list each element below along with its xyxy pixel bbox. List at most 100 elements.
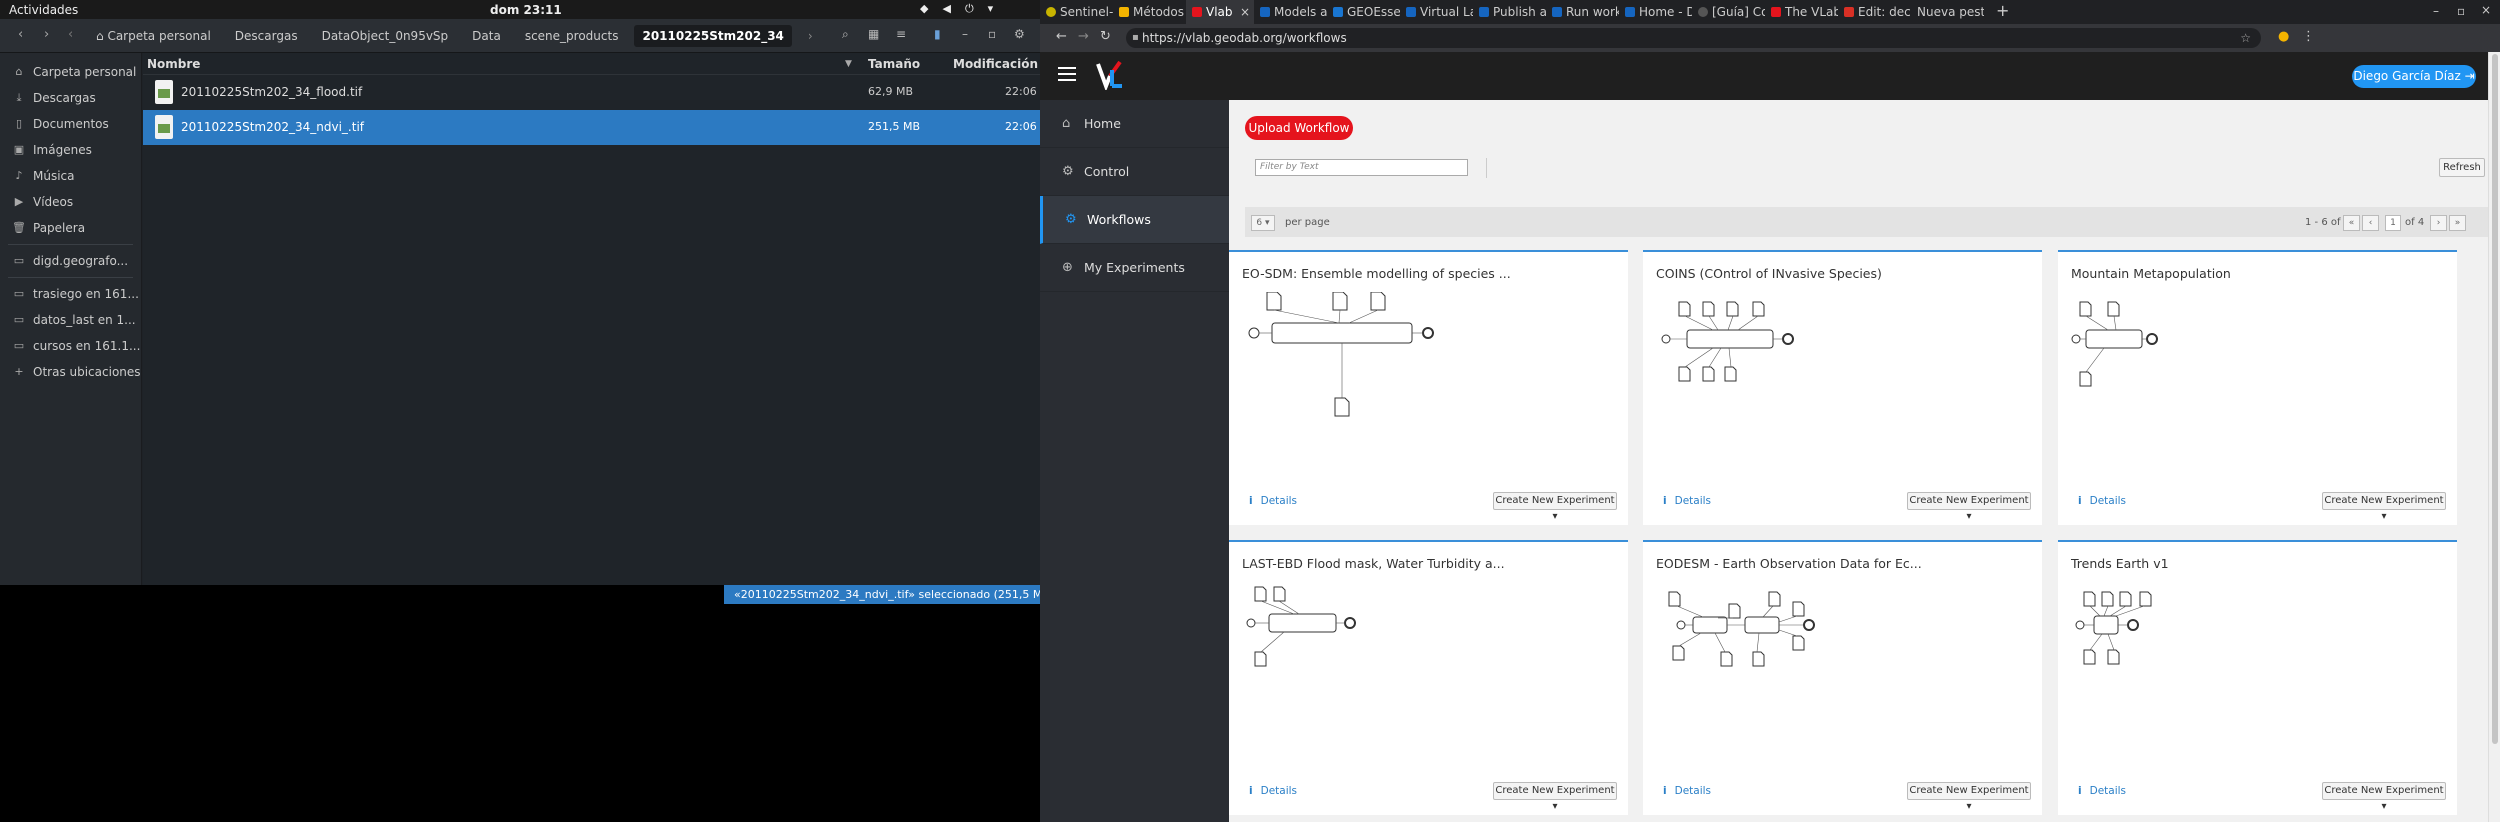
nav-control[interactable]: ⚙ Control xyxy=(1040,148,1229,196)
crumb-data[interactable]: Data xyxy=(464,25,509,47)
tab-geoessential[interactable]: GEOEssen xyxy=(1327,0,1400,24)
sidebar-item-network-cursos[interactable]: ▭ cursos en 161.1... xyxy=(0,333,141,359)
file-row[interactable]: 20110225Stm202_34_flood.tif 62,9 MB 22:0… xyxy=(143,75,1040,110)
sidebar-item-drive[interactable]: ▭ digd.geografo... xyxy=(0,248,141,274)
tab-publish[interactable]: Publish a xyxy=(1473,0,1546,24)
system-tray[interactable]: ◆ ◀ ⏻ ▾ xyxy=(920,2,993,16)
workflow-diagram xyxy=(1248,292,1434,417)
page-input[interactable]: 1 xyxy=(2385,215,2401,231)
close-icon[interactable]: × xyxy=(1240,0,1250,24)
nav-home[interactable]: ⌂ Home xyxy=(1040,100,1229,148)
forward-icon[interactable]: › xyxy=(44,27,49,42)
crumb-current-folder[interactable]: 20110225Stm202_34 xyxy=(634,25,792,47)
maximize-icon[interactable]: ▫ xyxy=(2457,4,2465,18)
column-size[interactable]: Tamaño xyxy=(868,53,920,75)
maximize-icon[interactable]: ▫ xyxy=(988,27,996,41)
crumb-home[interactable]: ⌂ Carpeta personal xyxy=(88,25,219,47)
first-page-icon[interactable]: « xyxy=(2343,215,2360,231)
sidebar-item-network-trasiego[interactable]: ▭ trasiego en 161... xyxy=(0,281,141,307)
details-link[interactable]: i Details xyxy=(1663,785,1711,797)
details-link[interactable]: i Details xyxy=(1249,495,1297,507)
create-new-experiment-button[interactable]: Create New Experiment ▾ xyxy=(2322,782,2446,812)
column-name[interactable]: Nombre xyxy=(147,53,200,75)
column-modified[interactable]: Modificación xyxy=(953,53,1038,75)
minimize-icon[interactable]: – xyxy=(962,27,968,41)
create-new-experiment-button[interactable]: Create New Experiment ▾ xyxy=(2322,492,2446,522)
prev-page-icon[interactable]: ‹ xyxy=(2362,215,2379,231)
reload-icon[interactable]: ↻ xyxy=(1100,29,1111,44)
sidebar-item-other-locations[interactable]: + Otras ubicaciones xyxy=(0,359,141,385)
page-scrollbar[interactable] xyxy=(2488,52,2500,822)
new-tab-button[interactable]: + xyxy=(1984,0,2021,24)
user-button[interactable]: Diego García Díaz ⇥ xyxy=(2352,65,2476,88)
details-link[interactable]: i Details xyxy=(2078,495,2126,507)
create-new-experiment-button[interactable]: Create New Experiment ▾ xyxy=(1907,782,2031,812)
settings-icon[interactable]: ⚙ xyxy=(1014,27,1025,41)
grid-view-icon[interactable]: ▦ xyxy=(868,27,879,41)
sidebar-item-pictures[interactable]: ▣ Imágenes xyxy=(0,137,141,163)
upload-workflow-button[interactable]: Upload Workflow xyxy=(1245,116,1353,140)
tab-run-workflow[interactable]: Run work xyxy=(1546,0,1619,24)
tab-new-tab[interactable]: Nueva pesta xyxy=(1911,0,1984,24)
last-page-icon[interactable]: » xyxy=(2449,215,2466,231)
filter-input[interactable]: Filter by Text xyxy=(1255,159,1468,176)
back-icon[interactable]: ← xyxy=(1056,29,1067,44)
hamburger-icon[interactable] xyxy=(1058,67,1076,81)
crumb-scene-products[interactable]: scene_products xyxy=(517,25,627,47)
forward-icon[interactable]: → xyxy=(1078,29,1089,44)
per-page-select[interactable]: 6 ▾ xyxy=(1251,215,1275,231)
clock[interactable]: dom 23:11 xyxy=(490,3,562,17)
tab-models[interactable]: Models a xyxy=(1254,0,1327,24)
back-icon[interactable]: ‹ xyxy=(18,27,23,42)
sidebar-item-home[interactable]: ⌂ Carpeta personal xyxy=(0,59,141,85)
sidebar-item-downloads[interactable]: ⤓ Descargas xyxy=(0,85,141,111)
sidebar-item-trash[interactable]: 🗑 Papelera xyxy=(0,215,141,241)
crumb-descargas[interactable]: Descargas xyxy=(227,25,306,47)
kebab-menu-icon[interactable]: ⋮ xyxy=(2302,29,2315,44)
extension-icon[interactable]: ● xyxy=(2278,29,2289,44)
workflow-title[interactable]: EODESM - Earth Observation Data for Ec..… xyxy=(1656,556,1922,571)
minimize-icon[interactable]: – xyxy=(2433,4,2439,18)
next-page-icon[interactable]: › xyxy=(2430,215,2447,231)
path-scroll-left-icon[interactable]: ‹ xyxy=(68,27,73,42)
close-window-icon[interactable]: × xyxy=(2481,3,2491,17)
workflow-title[interactable]: COINS (COntrol of INvasive Species) xyxy=(1656,266,1882,281)
tab-vlab-active[interactable]: Vlab × xyxy=(1186,0,1254,24)
crumb-dataobject[interactable]: DataObject_0n95vSp xyxy=(314,25,457,47)
tab-sentinel[interactable]: Sentinel-h xyxy=(1040,0,1113,24)
search-icon[interactable]: ⌕ xyxy=(842,27,849,42)
star-icon[interactable]: ☆ xyxy=(2240,28,2251,48)
create-new-experiment-button[interactable]: Create New Experiment ▾ xyxy=(1493,492,1617,522)
create-new-experiment-button[interactable]: Create New Experiment ▾ xyxy=(1493,782,1617,812)
path-scroll-right-icon[interactable]: › xyxy=(800,25,821,47)
activities-button[interactable]: Actividades xyxy=(9,3,78,17)
url-input[interactable]: ▪ https://vlab.geodab.org/workflows ☆ xyxy=(1126,28,2261,48)
address-bar-row: ← → ↻ ▪ https://vlab.geodab.org/workflow… xyxy=(1040,24,2500,52)
workflow-title[interactable]: Mountain Metapopulation xyxy=(2071,266,2231,281)
tab-edit-deck[interactable]: Edit: deck xyxy=(1838,0,1911,24)
tab-home[interactable]: Home - D xyxy=(1619,0,1692,24)
nav-my-experiments[interactable]: ⊕ My Experiments xyxy=(1040,244,1229,292)
tab-metodos[interactable]: Métodos xyxy=(1113,0,1186,24)
menu-icon[interactable]: ≡ xyxy=(896,27,906,41)
sidebar-item-documents[interactable]: ▯ Documentos xyxy=(0,111,141,137)
tab-guia[interactable]: [Guía] Co xyxy=(1692,0,1765,24)
refresh-button[interactable]: Refresh xyxy=(2439,158,2485,177)
sidebar-item-music[interactable]: ♪ Música xyxy=(0,163,141,189)
scrollbar-thumb[interactable] xyxy=(2492,54,2498,744)
tab-the-vlab[interactable]: The VLab xyxy=(1765,0,1838,24)
workflow-title[interactable]: LAST-EBD Flood mask, Water Turbidity a..… xyxy=(1242,556,1505,571)
details-link[interactable]: i Details xyxy=(2078,785,2126,797)
workflow-title[interactable]: EO-SDM: Ensemble modelling of species ..… xyxy=(1242,266,1511,281)
file-row-selected[interactable]: 20110225Stm202_34_ndvi_.tif 251,5 MB 22:… xyxy=(143,110,1040,145)
details-link[interactable]: i Details xyxy=(1249,785,1297,797)
file-icon[interactable]: ▮ xyxy=(934,27,941,41)
nav-workflows[interactable]: ⚙ Workflows xyxy=(1040,196,1229,244)
create-new-experiment-button[interactable]: Create New Experiment ▾ xyxy=(1907,492,2031,522)
details-link[interactable]: i Details xyxy=(1663,495,1711,507)
sidebar-item-network-datos[interactable]: ▭ datos_last en 1... xyxy=(0,307,141,333)
geo-favicon-icon xyxy=(1333,7,1343,17)
workflow-title[interactable]: Trends Earth v1 xyxy=(2071,556,2169,571)
sidebar-item-videos[interactable]: ▶ Vídeos xyxy=(0,189,141,215)
tab-virtual-lab[interactable]: Virtual La xyxy=(1400,0,1473,24)
